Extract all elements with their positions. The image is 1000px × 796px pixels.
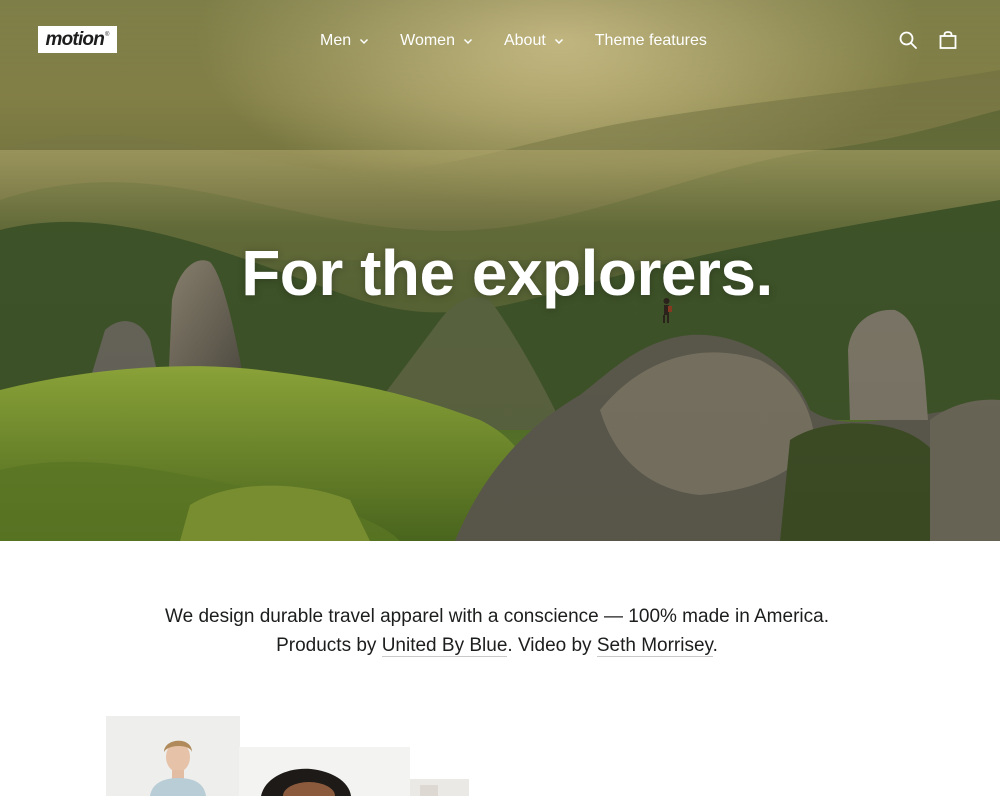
cart-icon[interactable] (938, 30, 958, 50)
intro-mid: . Video by (507, 635, 597, 656)
collage-image-third[interactable] (410, 779, 469, 796)
hero-title: For the explorers. (241, 237, 773, 309)
search-icon[interactable] (898, 30, 918, 50)
intro-line-1: We design durable travel apparel with a … (165, 606, 829, 627)
header-actions (878, 30, 958, 50)
nav-item-men[interactable]: Men (320, 32, 369, 50)
intro-line-2: Products by United By Blue. Video by Set… (0, 631, 994, 660)
seth-morrisey-link[interactable]: Seth Morrisey (596, 635, 713, 657)
nav-item-women[interactable]: Women (400, 32, 473, 50)
nav-item-label: Men (320, 32, 352, 49)
logo-registered-mark: ® (105, 31, 110, 38)
united-by-blue-link[interactable]: United By Blue (381, 635, 508, 657)
collage-image-woman[interactable] (106, 716, 240, 796)
man-portrait-image (239, 747, 410, 796)
intro-suffix: . (712, 635, 718, 656)
logo-text: motion (45, 28, 105, 50)
collage-image-man[interactable] (239, 747, 410, 796)
chevron-down-icon (360, 38, 369, 45)
chevron-down-icon (463, 38, 472, 45)
nav-item-label: Women (400, 32, 455, 49)
product-image (410, 779, 469, 796)
nav-item-label: About (503, 32, 546, 49)
intro-prefix: Products by (276, 635, 382, 656)
nav-item-about[interactable]: About (504, 32, 564, 50)
woman-portrait-image (106, 716, 240, 796)
chevron-down-icon (554, 38, 563, 45)
main-nav: Men Women About Theme features (320, 30, 738, 52)
nav-item-theme-features[interactable]: Theme features (595, 32, 707, 50)
site-logo[interactable]: motion ® (38, 26, 117, 53)
intro-text: We design durable travel apparel with a … (0, 602, 994, 660)
nav-item-label: Theme features (594, 32, 707, 49)
